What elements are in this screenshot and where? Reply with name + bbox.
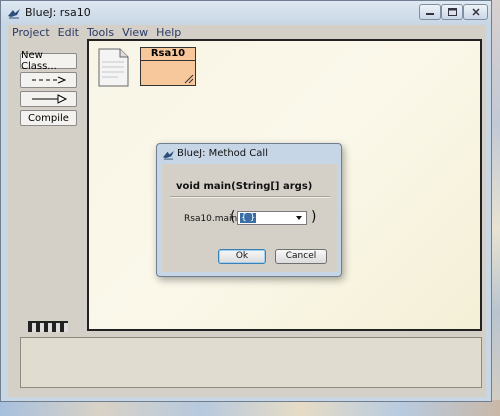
bluej-bird-icon — [8, 9, 20, 19]
divider — [170, 196, 330, 198]
minimize-button[interactable] — [419, 4, 441, 20]
cancel-button[interactable]: Cancel — [275, 249, 327, 264]
dialog-title: BlueJ: Method Call — [177, 148, 268, 159]
menu-edit[interactable]: Edit — [54, 25, 83, 41]
new-uses-arrow-button[interactable] — [20, 72, 77, 88]
minimize-icon — [426, 13, 434, 15]
maximize-button[interactable] — [441, 4, 463, 20]
inheritance-arrow-icon — [31, 94, 67, 104]
close-button[interactable] — [463, 4, 488, 20]
new-inherits-arrow-button[interactable] — [20, 91, 77, 107]
close-paren: ) — [311, 209, 317, 225]
new-class-button[interactable]: New Class... — [20, 50, 77, 72]
class-rsa10[interactable]: Rsa10 — [140, 47, 196, 86]
argument-value: { } — [240, 213, 257, 223]
method-signature: void main(String[] args) — [176, 181, 313, 192]
code-pad-area[interactable] — [20, 337, 482, 388]
readme-document-icon[interactable] — [98, 48, 129, 87]
dashed-arrow-icon — [31, 76, 66, 84]
window-title: BlueJ: rsa10 — [25, 6, 91, 19]
window-titlebar[interactable]: BlueJ: rsa10 — [1, 1, 491, 25]
method-call-dialog: BlueJ: Method Call void main(String[] ar… — [156, 143, 342, 277]
close-icon — [471, 8, 480, 16]
menu-project[interactable]: Project — [8, 25, 54, 41]
machine-activity-indicator — [28, 321, 68, 332]
maximize-icon — [447, 8, 457, 16]
dialog-body: void main(String[] args) Rsa10.main ( { … — [162, 164, 337, 272]
desktop-taskbar-area — [0, 400, 500, 416]
dialog-titlebar[interactable]: BlueJ: Method Call — [157, 144, 341, 164]
bluej-bird-icon — [163, 150, 174, 160]
ok-button[interactable]: Ok — [218, 249, 266, 264]
open-paren: ( — [230, 209, 236, 225]
compile-button[interactable]: Compile — [20, 110, 77, 126]
resize-grip-icon — [184, 74, 194, 84]
class-name: Rsa10 — [141, 48, 195, 61]
argument-combo-box[interactable]: { } — [237, 211, 307, 225]
chevron-down-icon[interactable] — [296, 216, 302, 220]
